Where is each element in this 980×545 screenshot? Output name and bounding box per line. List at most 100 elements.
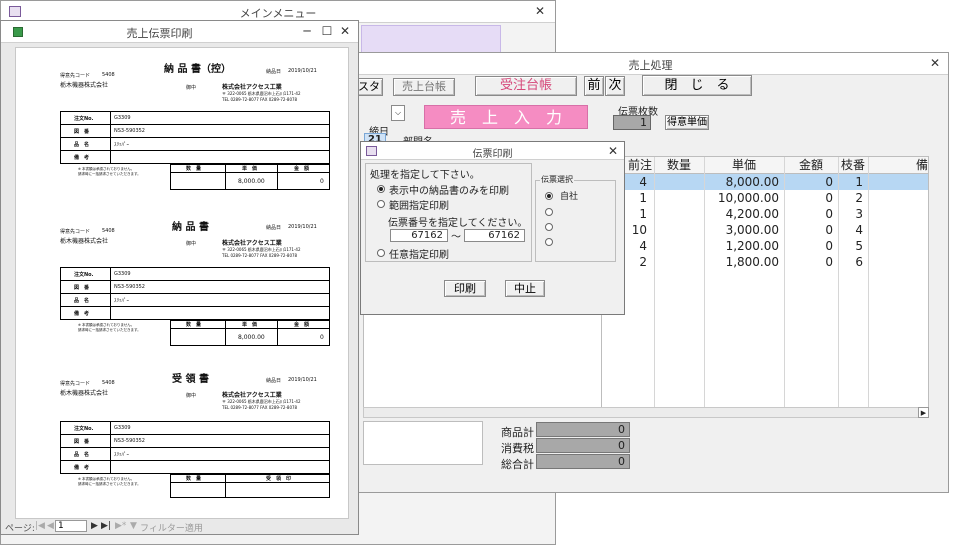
slip-select-radio[interactable] bbox=[545, 208, 553, 216]
total-value: 0 bbox=[536, 422, 630, 437]
close-icon[interactable]: ✕ bbox=[604, 143, 622, 159]
row-value: NS3-590352 bbox=[114, 438, 145, 444]
col-branch: 枝番 bbox=[840, 158, 865, 172]
close-icon[interactable]: ✕ bbox=[926, 55, 944, 71]
range-prompt: 伝票番号を指定してください。 bbox=[388, 218, 528, 229]
filter-label[interactable]: フィルター適用 bbox=[140, 521, 203, 534]
prev-page-icon[interactable]: ◀ bbox=[47, 521, 54, 531]
col-remarks: 備 bbox=[915, 158, 928, 172]
memo-box bbox=[363, 421, 483, 465]
next-page-icon[interactable]: ▶ bbox=[91, 521, 98, 531]
tab-sales-ledger[interactable]: 売上台帳 bbox=[393, 78, 455, 96]
company-tel: TEL 0289-72-8077 FAX 0289-72-8078 bbox=[222, 253, 298, 258]
range-from-input[interactable]: 67162 bbox=[390, 229, 448, 242]
next-button[interactable]: 次 bbox=[605, 76, 625, 96]
chevron-down-icon[interactable]: ⌵ bbox=[391, 105, 405, 121]
note-line: 請求時に一括請求させていただきます。 bbox=[78, 172, 141, 176]
sales-titlebar: 売上処理 ✕ bbox=[353, 53, 948, 75]
row-label: 図 番 bbox=[74, 439, 90, 445]
slip-select-radio[interactable] bbox=[545, 223, 553, 231]
option-current-radio[interactable] bbox=[377, 185, 385, 193]
close-icon[interactable]: ✕ bbox=[531, 3, 549, 19]
customer-code: 5408 bbox=[102, 72, 115, 78]
customer-code-label: 得意先コード bbox=[60, 381, 91, 387]
unit-price: 8,000.00 bbox=[238, 334, 265, 341]
slip-section: 得意先コード 5408 栃木機器株式会社 納 品 書 納品日 2019/10/2… bbox=[16, 210, 348, 366]
receipt-header: 数 量 bbox=[186, 476, 202, 482]
maximize-icon[interactable]: ☐ bbox=[318, 23, 336, 39]
grid-header: 前注 数量 単価 金額 枝番 備 bbox=[602, 157, 928, 174]
horizontal-scrollbar[interactable] bbox=[363, 407, 929, 418]
table-divider bbox=[170, 482, 330, 483]
option-arbitrary-radio[interactable] bbox=[377, 249, 385, 257]
cell-price: 1,200.00 bbox=[725, 239, 779, 253]
grid-col-line bbox=[868, 157, 869, 411]
preview-titlebar: 売上伝票印刷 ─ ☐ ✕ bbox=[1, 21, 358, 43]
row-value: NS3-590352 bbox=[114, 128, 145, 134]
cell-price: 1,800.00 bbox=[725, 255, 779, 269]
main-menu-title: メインメニュー bbox=[239, 7, 317, 20]
cell-amount: 0 bbox=[825, 255, 833, 269]
table-divider bbox=[60, 293, 330, 294]
option-current-label[interactable]: 表示中の納品書のみを印刷 bbox=[389, 182, 509, 197]
table-divider bbox=[60, 150, 330, 151]
row-label: 注文No. bbox=[74, 116, 94, 122]
preview-window: 売上伝票印刷 ─ ☐ ✕ 得意先コード 5408 栃木機器株式会社 納 品 書（… bbox=[0, 20, 359, 535]
table-divider bbox=[225, 474, 226, 498]
row-value: ｽﾘｯﾊﾟｰ bbox=[114, 452, 130, 458]
slip-heading: 納 品 書 bbox=[172, 222, 209, 233]
customer-code-label: 得意先コード bbox=[60, 229, 91, 235]
scroll-right-icon[interactable]: ▶ bbox=[918, 407, 929, 418]
detail-grid-left bbox=[363, 303, 601, 412]
slip-select-own-label[interactable]: 自社 bbox=[560, 189, 578, 202]
slip-select-own-radio[interactable] bbox=[545, 192, 553, 200]
option-arbitrary-label[interactable]: 任意指定印刷 bbox=[389, 246, 449, 261]
customer-name: 栃木機器株式会社 bbox=[60, 238, 109, 245]
table-divider bbox=[60, 137, 330, 138]
range-tilde: 〜 bbox=[451, 232, 461, 243]
total-value: 0 bbox=[536, 454, 630, 469]
close-icon[interactable]: ✕ bbox=[336, 23, 354, 39]
table-divider bbox=[60, 460, 330, 461]
slip-select-radio[interactable] bbox=[545, 238, 553, 246]
menu-banner bbox=[361, 25, 501, 55]
last-page-icon[interactable]: ▶| bbox=[101, 521, 111, 531]
option-range-radio[interactable] bbox=[377, 200, 385, 208]
new-record-icon[interactable]: ▶* bbox=[115, 521, 126, 531]
row-value: ｽﾘｯﾊﾟｰ bbox=[114, 142, 130, 148]
range-to-input[interactable]: 67162 bbox=[464, 229, 525, 242]
close-button[interactable]: 閉 じ る bbox=[642, 75, 752, 96]
customer-price-button[interactable]: 得意単価 bbox=[665, 115, 709, 130]
minimize-icon[interactable]: ─ bbox=[298, 23, 316, 39]
date-label: 納品日 bbox=[266, 378, 282, 384]
slip-select-label: 伝票選択 bbox=[540, 174, 574, 185]
option-range-label[interactable]: 範囲指定印刷 bbox=[389, 197, 449, 212]
table-divider bbox=[277, 320, 278, 346]
cell-amount: 0 bbox=[825, 191, 833, 205]
table-divider bbox=[60, 434, 330, 435]
date-label: 納品日 bbox=[266, 69, 282, 75]
row-value: G3309 bbox=[114, 425, 131, 431]
honorific: 御中 bbox=[186, 85, 197, 91]
record-nav-bar: ページ: |◀ ◀ 1 ▶ ▶| ▶* ▼ フィルター適用 bbox=[3, 520, 355, 534]
row-label: 注文No. bbox=[74, 272, 94, 278]
amount-value: 0 bbox=[320, 334, 324, 341]
detail-grid: 前注 数量 単価 金額 枝番 備 4 8,000.00 0 1 1 10,000… bbox=[601, 156, 929, 412]
tab-master[interactable]: スタ bbox=[355, 78, 383, 96]
total-value: 0 bbox=[536, 438, 630, 453]
page-number-input[interactable]: 1 bbox=[55, 520, 87, 532]
print-button[interactable]: 印刷 bbox=[444, 280, 486, 297]
row-label: 図 番 bbox=[74, 129, 90, 135]
cancel-button[interactable]: 中止 bbox=[505, 280, 545, 297]
filter-icon[interactable]: ▼ bbox=[130, 521, 137, 531]
tab-order-ledger[interactable]: 受注台帳 bbox=[475, 76, 577, 96]
table-divider bbox=[170, 172, 330, 173]
prev-button[interactable]: 前 bbox=[584, 76, 604, 96]
sales-input-button[interactable]: 売 上 入 力 bbox=[424, 105, 588, 129]
company-name: 株式会社アクセス工業 bbox=[222, 84, 282, 91]
note-line: 請求時に一括請求させていただきます。 bbox=[78, 328, 141, 332]
slip-date: 2019/10/21 bbox=[288, 68, 317, 74]
first-page-icon[interactable]: |◀ bbox=[35, 521, 45, 531]
row-label: 備 考 bbox=[74, 311, 90, 317]
slip-section: 得意先コード 5408 栃木機器株式会社 受 領 書 納品日 2019/10/2… bbox=[16, 366, 348, 518]
